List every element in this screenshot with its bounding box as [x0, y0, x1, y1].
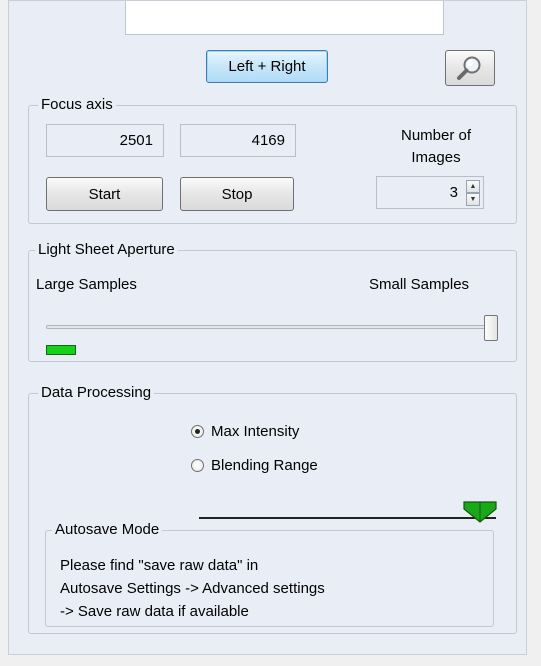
stop-button[interactable]: Stop — [180, 177, 294, 211]
blending-range-option[interactable]: Blending Range — [191, 457, 318, 474]
max-intensity-option[interactable]: Max Intensity — [191, 423, 299, 440]
left-right-button[interactable]: Left + Right — [206, 50, 328, 83]
max-intensity-radio[interactable] — [191, 425, 204, 438]
aperture-slider-thumb[interactable] — [484, 315, 498, 341]
magnifier-button[interactable] — [445, 50, 495, 86]
aperture-status-indicator — [46, 345, 76, 355]
light-sheet-aperture-title: Light Sheet Aperture — [35, 241, 178, 259]
small-samples-label: Small Samples — [369, 276, 470, 293]
processing-range-line — [199, 517, 496, 519]
start-position-readout: 2501 — [46, 124, 164, 157]
autosave-hint-line3: -> Save raw data if available — [60, 603, 249, 620]
spinner-up-arrow-icon[interactable]: ▲ — [466, 180, 480, 193]
autosave-mode-title: Autosave Mode — [52, 521, 163, 539]
autosave-hint-line2: Autosave Settings -> Advanced settings — [60, 580, 325, 597]
number-of-images-label-line1: Number of — [400, 127, 472, 144]
start-button[interactable]: Start — [46, 177, 163, 211]
aperture-slider-track[interactable] — [46, 325, 498, 329]
number-of-images-spinner[interactable]: 3 ▲ ▼ — [376, 176, 484, 209]
data-processing-title: Data Processing — [38, 384, 155, 402]
number-of-images-label-line2: Images — [411, 149, 461, 166]
number-of-images-value: 3 — [449, 184, 458, 201]
max-intensity-label: Max Intensity — [211, 423, 300, 440]
spinner-down-arrow-icon[interactable]: ▼ — [466, 193, 480, 206]
number-of-images-label: Number of Images — [386, 125, 486, 169]
large-samples-label: Large Samples — [36, 276, 137, 293]
blending-range-label: Blending Range — [211, 457, 318, 474]
magnifier-icon — [457, 56, 481, 80]
focus-axis-title: Focus axis — [38, 96, 116, 114]
stop-position-readout: 4169 — [180, 124, 296, 157]
blending-range-radio[interactable] — [191, 459, 204, 472]
light-sheet-aperture-group: Light Sheet Aperture — [28, 241, 517, 362]
autosave-hint-line1: Please find "save raw data" in — [60, 557, 259, 574]
top-display-box — [125, 1, 444, 35]
range-marker-icon[interactable] — [463, 501, 497, 523]
